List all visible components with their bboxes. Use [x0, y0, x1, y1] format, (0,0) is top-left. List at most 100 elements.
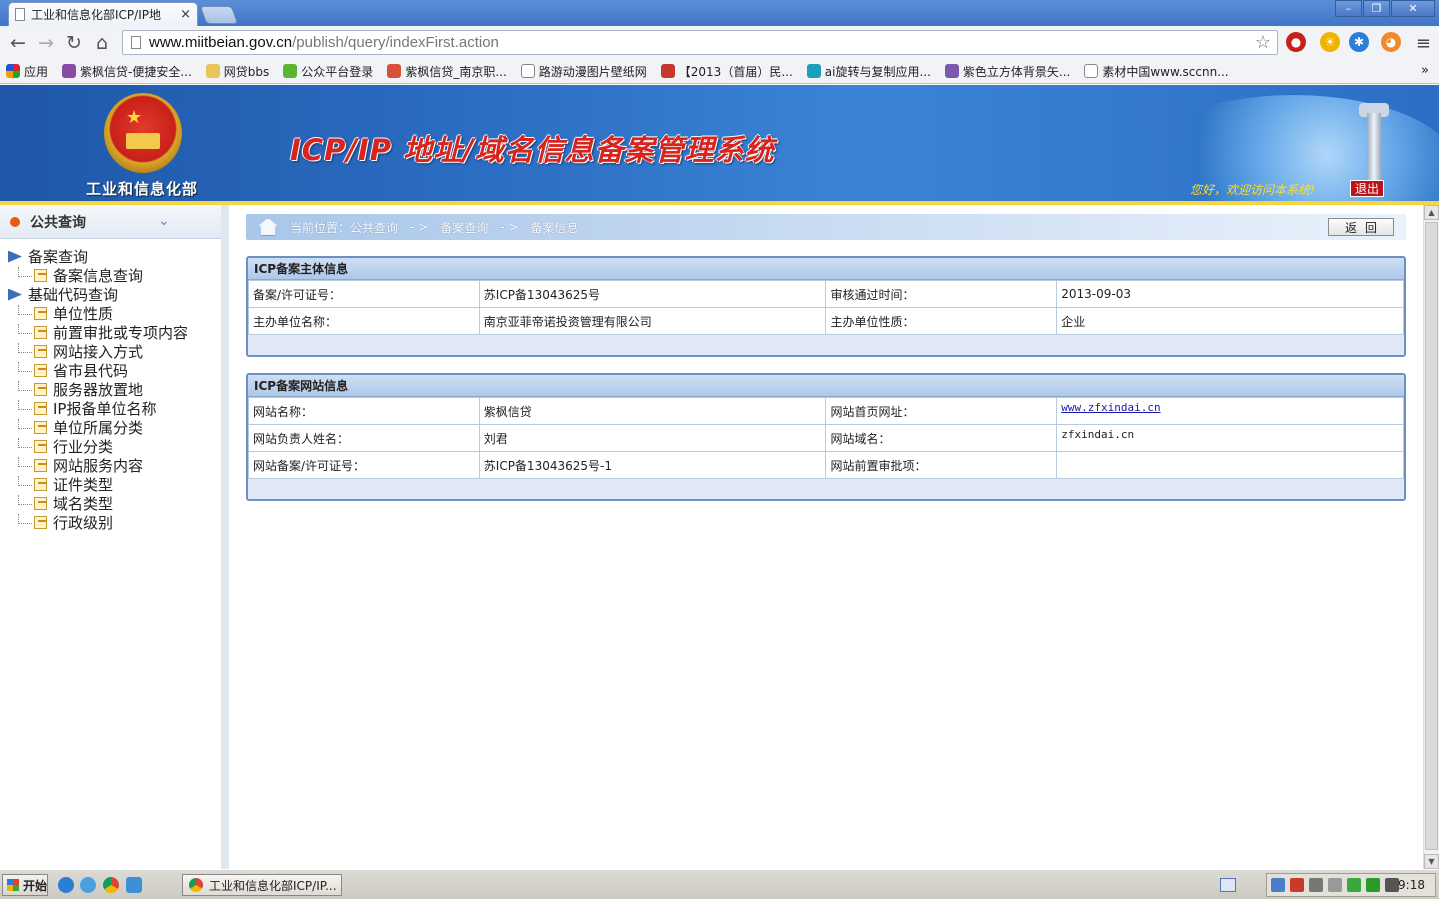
sidebar-header[interactable]: 公共查询 ⌄: [0, 205, 221, 239]
tree-branch-line: [18, 380, 32, 391]
disconnected-tray-icon[interactable]: [1290, 878, 1304, 892]
taskbar: 开始 工业和信息化部ICP/IP... 9:18: [0, 869, 1439, 899]
bookmark-apps[interactable]: 应用: [6, 63, 48, 80]
taskbar-chrome-window[interactable]: 工业和信息化部ICP/IP...: [182, 874, 342, 896]
home-icon[interactable]: ⌂: [88, 29, 116, 57]
bookmark-item[interactable]: ai旋转与复制应用...: [806, 63, 931, 80]
bookmark-item[interactable]: 路游动漫图片壁纸网: [520, 63, 647, 80]
bookmark-item[interactable]: 紫枫信贷-便捷安全...: [62, 63, 192, 80]
bookmark-label: 路游动漫图片壁纸网: [538, 64, 647, 79]
tab-close-icon[interactable]: ×: [180, 7, 191, 22]
show-desktop-icon[interactable]: [1220, 878, 1236, 892]
tree-item[interactable]: IP报备单位名称: [8, 399, 221, 418]
table-row: 网站备案/许可证号： 苏ICP备13043625号-1 网站前置审批项：: [248, 451, 1404, 479]
tree-item[interactable]: 省市县代码: [8, 361, 221, 380]
gear-extension-icon[interactable]: ✱: [1349, 32, 1369, 52]
tree-item[interactable]: 行政级别: [8, 513, 221, 532]
tree-item[interactable]: 单位所属分类: [8, 418, 221, 437]
value-text: 企业: [1061, 314, 1086, 329]
page-info-icon[interactable]: [131, 36, 141, 49]
start-button[interactable]: 开始: [2, 874, 48, 896]
update-tray-icon[interactable]: [1366, 878, 1380, 892]
tree-item[interactable]: 备案信息查询: [8, 266, 221, 285]
scroll-down-icon[interactable]: ▼: [1424, 854, 1439, 869]
tree-group[interactable]: 基础代码查询: [8, 285, 221, 304]
field-value: [1056, 451, 1404, 479]
bookmark-item[interactable]: 公众平台登录: [283, 63, 373, 80]
page-icon: [1084, 64, 1099, 78]
shield-icon[interactable]: [1347, 878, 1361, 892]
new-tab-button[interactable]: [199, 6, 239, 24]
breadcrumb-level3: 备案信息: [530, 220, 579, 235]
bookmark-item[interactable]: 紫枫信贷_南京职...: [387, 63, 507, 80]
weather-extension-icon[interactable]: ☀: [1320, 32, 1340, 52]
tree-group[interactable]: 备案查询: [8, 247, 221, 266]
minimize-button[interactable]: –: [1335, 0, 1362, 17]
volume-icon[interactable]: [1385, 878, 1399, 892]
label-text: 网站首页网址：: [830, 404, 915, 419]
tree-item[interactable]: 单位性质: [8, 304, 221, 323]
address-bar[interactable]: www.miitbeian.gov.cn/publish/query/index…: [122, 30, 1278, 55]
reload-icon[interactable]: ↻: [60, 29, 88, 57]
forward-icon[interactable]: →: [32, 29, 60, 57]
tree-item[interactable]: 前置审批或专项内容: [8, 323, 221, 342]
sidebar: 公共查询 ⌄ 备案查询 备案信息查询 基础代码查询 单位性质 前置审批或专项内容 网站接入…: [0, 205, 229, 869]
document-icon: [34, 497, 47, 510]
tree-branch-line: [18, 304, 32, 315]
security-tray-icon[interactable]: [1309, 878, 1323, 892]
bullet-icon: [10, 216, 20, 227]
vertical-scrollbar[interactable]: ▲ ▼: [1423, 205, 1439, 869]
bookmark-item[interactable]: 【2013（首届）民...: [660, 63, 793, 80]
tree-item-label: 行政级别: [53, 514, 114, 532]
tree-item[interactable]: 网站接入方式: [8, 342, 221, 361]
tab-strip: 工业和信息化部ICP/IP地 × – ❐ ✕: [0, 0, 1439, 26]
home-icon[interactable]: [258, 218, 278, 236]
tree-item[interactable]: 服务器放置地: [8, 380, 221, 399]
back-icon[interactable]: ←: [4, 29, 32, 57]
browser-tab[interactable]: 工业和信息化部ICP/IP地 ×: [8, 2, 198, 26]
tree-branch-line: [18, 342, 32, 353]
value-text: 苏ICP备13043625号: [483, 287, 601, 302]
navigation-tree: 备案查询 备案信息查询 基础代码查询 单位性质 前置审批或专项内容 网站接入方式 省市县代码…: [0, 239, 221, 532]
network-icon[interactable]: [126, 877, 142, 893]
bookmark-item[interactable]: 素材中国www.sccnn...: [1084, 63, 1229, 80]
bookmark-label: 网贷bbs: [223, 64, 270, 79]
bookmark-label: 紫枫信贷_南京职...: [405, 64, 507, 79]
scroll-up-icon[interactable]: ▲: [1424, 205, 1439, 220]
bookmark-star-icon[interactable]: ☆: [1255, 32, 1271, 53]
ie-alt-icon[interactable]: [80, 877, 96, 893]
chrome-menu-icon[interactable]: ≡: [1416, 33, 1431, 54]
stop-extension-icon[interactable]: ●: [1286, 32, 1306, 52]
field-label: 网站负责人姓名：: [248, 424, 480, 452]
document-icon: [34, 459, 47, 472]
chrome-icon[interactable]: [103, 877, 119, 893]
y-logo-icon: [806, 64, 821, 78]
tree-item[interactable]: 证件类型: [8, 475, 221, 494]
printer-tray-icon[interactable]: [1328, 878, 1342, 892]
ie-icon[interactable]: [58, 877, 74, 893]
tree-item[interactable]: 行业分类: [8, 437, 221, 456]
s-arrow-icon: [944, 64, 959, 78]
network-tray-icon[interactable]: [1271, 878, 1285, 892]
homepage-link[interactable]: www.zfxindai.cn: [1061, 401, 1160, 414]
bookmark-item[interactable]: 网贷bbs: [205, 63, 270, 80]
label-text: 主办单位性质：: [830, 314, 915, 329]
close-window-button[interactable]: ✕: [1391, 0, 1435, 17]
ministry-name: 工业和信息化部: [86, 180, 199, 198]
bookmarks-overflow-icon[interactable]: »: [1421, 63, 1429, 78]
breadcrumb: 当前位置：公共查询 - > 备案查询 - > 备案信息: [246, 214, 1406, 240]
restore-button[interactable]: ❐: [1363, 0, 1390, 17]
logout-button[interactable]: 退出: [1350, 180, 1384, 197]
value-text: 刘君: [483, 431, 508, 446]
tree-branch-line: [18, 513, 32, 524]
national-emblem-icon: ★: [104, 93, 182, 173]
cat-extension-icon[interactable]: ◕: [1381, 32, 1401, 52]
tree-item[interactable]: 网站服务内容: [8, 456, 221, 475]
scroll-thumb[interactable]: [1425, 222, 1438, 850]
tree-branch-line: [18, 418, 32, 429]
back-button[interactable]: 返回: [1328, 218, 1394, 236]
bookmark-item[interactable]: 紫色立方体背景矢...: [944, 63, 1070, 80]
collapse-chevron-icon[interactable]: ⌄: [158, 213, 170, 229]
tree-item[interactable]: 域名类型: [8, 494, 221, 513]
url-path: /publish/query/indexFirst.action: [292, 34, 499, 51]
